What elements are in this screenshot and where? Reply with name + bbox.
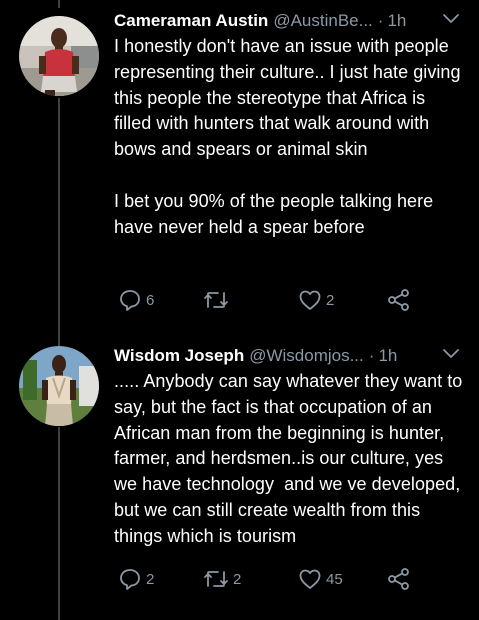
tweet[interactable]: Wisdom Joseph @Wisdomjos... · 1h ..... A…: [0, 330, 479, 620]
retweet-button[interactable]: [202, 286, 233, 314]
timestamp[interactable]: 1h: [378, 344, 397, 368]
separator-dot: ·: [377, 11, 384, 30]
separator-dot: ·: [368, 346, 375, 365]
tweet-actions: 2 2 45: [114, 565, 444, 593]
share-icon: [388, 289, 409, 311]
timestamp[interactable]: 1h: [387, 9, 406, 33]
tweet-text: ..... Anybody can say whatever they want…: [114, 371, 468, 546]
tweet-header: Cameraman Austin @AustinBe... · 1h: [114, 9, 466, 33]
like-count: 45: [326, 570, 343, 588]
reply-icon: [120, 290, 140, 311]
retweet-button[interactable]: 2: [202, 565, 241, 593]
share-icon: [388, 568, 409, 590]
reply-count: 2: [146, 570, 155, 588]
reply-count: 6: [146, 291, 155, 309]
avatar[interactable]: [19, 346, 99, 426]
reply-icon: [120, 569, 140, 590]
display-name[interactable]: Cameraman Austin: [114, 9, 268, 33]
retweet-icon: [204, 571, 228, 587]
like-button[interactable]: 45: [297, 565, 343, 593]
like-icon: [299, 290, 321, 310]
display-name[interactable]: Wisdom Joseph: [114, 344, 244, 368]
chevron-down-icon[interactable]: [442, 12, 460, 26]
like-button[interactable]: 2: [297, 286, 334, 314]
retweet-count: 2: [233, 570, 242, 588]
tweet-text: I honestly don't have an issue with peop…: [114, 36, 461, 237]
share-button[interactable]: [386, 286, 412, 314]
tweet-actions: 6 2: [114, 286, 444, 314]
reply-button[interactable]: 2: [117, 565, 154, 593]
tweet[interactable]: Cameraman Austin @AustinBe... · 1h I hon…: [0, 0, 479, 330]
avatar[interactable]: [19, 16, 99, 96]
tweet-header: Wisdom Joseph @Wisdomjos... · 1h: [114, 344, 466, 368]
user-handle[interactable]: @Wisdomjos...: [249, 344, 364, 368]
like-count: 2: [326, 291, 335, 309]
share-button[interactable]: [386, 565, 412, 593]
user-handle[interactable]: @AustinBe...: [273, 9, 372, 33]
chevron-down-icon[interactable]: [442, 347, 460, 361]
retweet-icon: [204, 292, 228, 308]
reply-button[interactable]: 6: [117, 286, 154, 314]
like-icon: [299, 569, 321, 589]
